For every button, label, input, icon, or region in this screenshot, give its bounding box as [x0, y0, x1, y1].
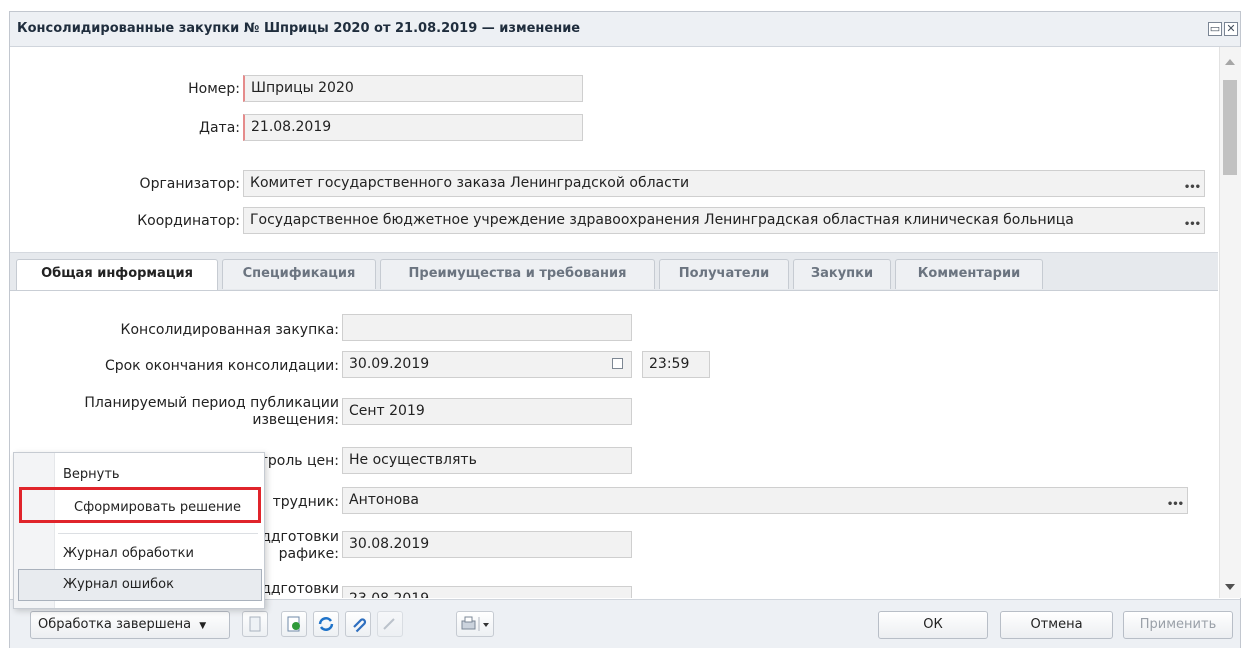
sync-icon[interactable] [313, 611, 339, 637]
employee-select-icon[interactable]: ••• [1167, 500, 1184, 510]
employee-field[interactable]: Антонова ••• [342, 487, 1188, 514]
tab-general-info[interactable]: Общая информация [16, 259, 218, 290]
menu-item-form-decision[interactable]: Сформировать решение [74, 500, 241, 515]
tab-purchases[interactable]: Закупки [793, 259, 891, 289]
scroll-thumb[interactable] [1223, 80, 1237, 175]
tab-advantages-requirements[interactable]: Преимущества и требования [380, 259, 655, 289]
publication-period-field[interactable]: Сент 2019 [342, 398, 632, 425]
number-field[interactable]: Шприцы 2020 [243, 75, 583, 102]
number-label: Номер: [188, 81, 240, 97]
close-icon[interactable]: ✕ [1224, 22, 1238, 36]
price-control-field[interactable]: Не осуществлять [342, 447, 632, 474]
deadline-time-field[interactable]: 23:59 [642, 351, 710, 378]
chevron-down-icon: ▼ [199, 621, 207, 631]
organizer-value: Комитет государственного заказа Ленингра… [250, 175, 690, 191]
prep-date-2-field[interactable]: 23.08.2019 [342, 586, 632, 598]
refresh-document-icon[interactable] [281, 611, 307, 637]
status-button-label: Обработка завершена [38, 617, 192, 632]
menu-item-processing-log[interactable]: Журнал обработки [63, 546, 194, 561]
sign-icon[interactable] [377, 611, 403, 637]
organizer-field[interactable]: Комитет государственного заказа Ленингра… [243, 170, 1205, 197]
publication-period-label-line2: извещения: [252, 412, 339, 428]
menu-item-return[interactable]: Вернуть [63, 467, 120, 482]
cancel-button[interactable]: Отмена [1000, 611, 1113, 639]
status-button[interactable]: Обработка завершена ▼ [30, 611, 230, 639]
print-button[interactable] [456, 611, 494, 637]
attachment-icon[interactable] [345, 611, 371, 637]
menu-item-error-log[interactable]: Журнал ошибок [63, 577, 174, 592]
document-icon[interactable] [242, 611, 268, 637]
menu-separator [58, 533, 258, 534]
employee-value: Антонова [349, 492, 419, 508]
tab-recipients[interactable]: Получатели [659, 259, 789, 289]
consolidated-purchase-label: Консолидированная закупка: [120, 322, 339, 338]
scroll-up-icon[interactable] [1225, 59, 1235, 65]
deadline-label: Срок окончания консолидации: [104, 358, 339, 374]
publication-period-label-line1: Планируемый период публикации [84, 395, 339, 411]
prep-date-label-line1: ддготовки [261, 529, 339, 545]
tab-specification[interactable]: Спецификация [222, 259, 376, 289]
prep-date-field[interactable]: 30.08.2019 [342, 531, 632, 558]
calendar-icon[interactable] [612, 358, 623, 369]
organizer-select-icon[interactable]: ••• [1184, 183, 1201, 193]
apply-button[interactable]: Применить [1123, 611, 1233, 639]
organizer-label: Организатор: [139, 176, 240, 192]
coordinator-label: Координатор: [137, 213, 240, 229]
tab-bar: Общая информация Спецификация Преимущест… [10, 252, 1218, 291]
date-label: Дата: [199, 120, 240, 136]
publication-period-label: Планируемый период публикации извещения: [30, 395, 339, 429]
coordinator-select-icon[interactable]: ••• [1184, 220, 1201, 230]
status-popup-menu: Вернуть Сформировать решение Журнал обра… [13, 452, 265, 609]
deadline-date-field[interactable]: 30.09.2019 [342, 351, 632, 378]
coordinator-value: Государственное бюджетное учреждение здр… [250, 212, 1074, 228]
consolidated-purchase-field[interactable] [342, 314, 632, 341]
tab-comments[interactable]: Комментарии [895, 259, 1043, 289]
vertical-scrollbar[interactable] [1219, 47, 1241, 598]
maximize-icon[interactable]: ▭ [1208, 22, 1222, 36]
date-field[interactable]: 21.08.2019 [243, 114, 583, 141]
deadline-date-value: 30.09.2019 [349, 356, 430, 372]
ok-button[interactable]: ОК [878, 611, 988, 639]
window-title: Консолидированные закупки № Шприцы 2020 … [17, 21, 581, 36]
title-bar: Консолидированные закупки № Шприцы 2020 … [10, 12, 1240, 47]
prep-date-label-line2: рафике: [278, 546, 339, 562]
coordinator-field[interactable]: Государственное бюджетное учреждение здр… [243, 207, 1205, 234]
scroll-down-icon[interactable] [1225, 584, 1235, 590]
